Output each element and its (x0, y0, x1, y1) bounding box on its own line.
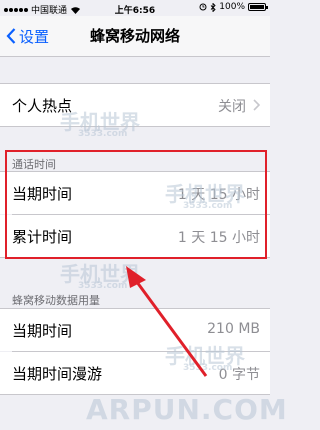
annotation-arrow (126, 266, 208, 377)
